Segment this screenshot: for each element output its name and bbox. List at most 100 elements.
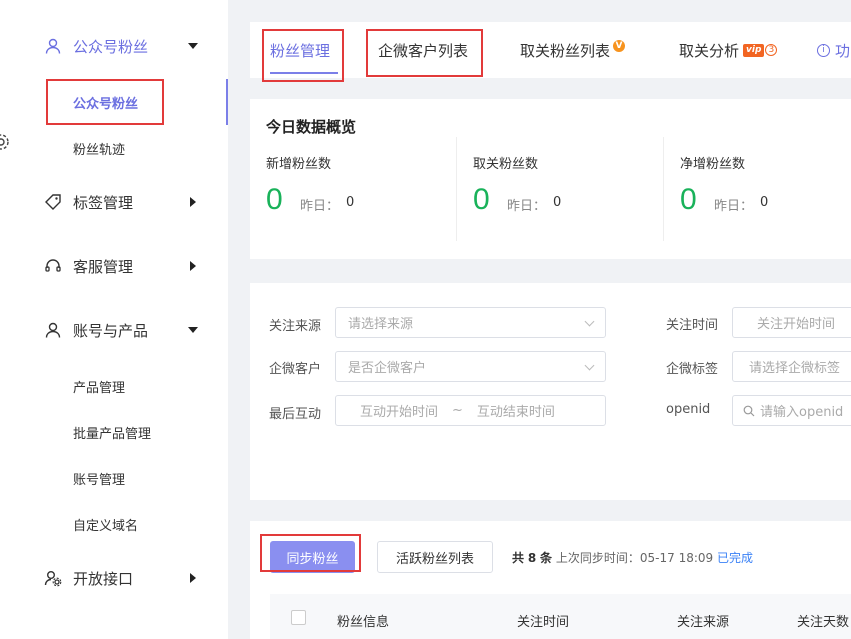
stat-net-fans: 净增粉丝数 0 昨日： 0 xyxy=(680,139,851,239)
stat-value: 0 xyxy=(473,183,490,216)
tab-wecom-customers[interactable]: 企微客户列表 xyxy=(378,22,468,78)
sync-info: 共 8 条 上次同步时间：05-17 18:09 已完成 xyxy=(512,549,753,566)
stat-new-fans: 新增粉丝数 0 昨日： 0 xyxy=(266,139,472,239)
range-separator: ~ xyxy=(452,403,463,418)
sidebar-item-account-management[interactable]: 账号管理 xyxy=(0,459,228,495)
sidebar-item-label: 产品管理 xyxy=(73,381,126,396)
tab-unfollowed-fans[interactable]: 取关粉丝列表 V xyxy=(520,22,626,78)
sidebar-group-label: 公众号粉丝 xyxy=(73,37,149,56)
active-fans-list-button[interactable]: 活跃粉丝列表 xyxy=(377,541,493,573)
stat-unfollowed-fans: 取关粉丝数 0 昨日： 0 xyxy=(473,139,679,239)
vip-badge: vip xyxy=(743,43,765,57)
tab-bar: 粉丝管理 企微客户列表 取关粉丝列表 V 取关分析 vip 3 i 功 xyxy=(250,22,851,78)
wecom-tag-select[interactable]: 请选择企微标签 xyxy=(732,351,851,382)
user-settings-icon xyxy=(44,571,62,587)
select-all-checkbox[interactable] xyxy=(291,610,306,625)
sync-fans-button[interactable]: 同步粉丝 xyxy=(270,541,355,573)
sidebar-item-label: 批量产品管理 xyxy=(73,427,152,442)
tab-label: 功 xyxy=(835,41,851,60)
overview-card: 今日数据概览 新增粉丝数 0 昨日： 0 取关粉丝数 0 昨日： 0 净增粉丝数… xyxy=(250,99,851,259)
stat-value: 0 xyxy=(680,183,697,216)
filter-panel: 关注来源 请选择来源 关注时间 关注开始时间 企微客户 是否企微客户 企微标签 … xyxy=(250,283,851,500)
sidebar-group-label: 账号与产品 xyxy=(73,321,149,340)
last-sync-time: 05-17 18:09 xyxy=(639,551,714,565)
stat-yesterday-value: 0 xyxy=(346,195,355,210)
stat-label: 净增粉丝数 xyxy=(680,157,746,172)
tab-label: 粉丝管理 xyxy=(270,41,331,60)
stat-label: 取关粉丝数 xyxy=(473,157,539,172)
filter-label-wecom-tag: 企微标签 xyxy=(666,362,719,377)
stat-yesterday-value: 0 xyxy=(553,195,562,210)
sidebar-item-label: 账号管理 xyxy=(73,473,126,488)
tag-icon xyxy=(45,194,61,210)
select-placeholder: 请选择来源 xyxy=(348,317,414,332)
tab-label: 取关粉丝列表 xyxy=(520,41,611,60)
caret-right-icon xyxy=(190,197,196,207)
sidebar-item-custom-domain[interactable]: 自定义域名 xyxy=(0,505,228,541)
sidebar-item-batch-products[interactable]: 批量产品管理 xyxy=(0,413,228,449)
stat-yesterday-label: 昨日： xyxy=(714,199,754,214)
tab-active-underline xyxy=(270,72,338,74)
caret-right-icon xyxy=(190,261,196,271)
stat-yesterday-value: 0 xyxy=(760,195,769,210)
follow-time-start-input[interactable]: 关注开始时间 xyxy=(732,307,851,338)
vip-level-badge: 3 xyxy=(765,44,778,56)
input-placeholder: 关注开始时间 xyxy=(757,317,836,332)
search-icon xyxy=(743,405,755,416)
column-header-follow-source: 关注来源 xyxy=(677,615,730,630)
openid-search-input[interactable]: 请输入openid xyxy=(732,395,851,426)
column-header-follow-days: 关注天数 xyxy=(797,615,850,630)
chevron-down-icon xyxy=(584,360,595,371)
info-icon: i xyxy=(817,43,830,57)
tab-fan-management[interactable]: 粉丝管理 xyxy=(270,22,330,78)
total-prefix: 共 xyxy=(512,551,525,565)
tab-features[interactable]: i 功 xyxy=(817,22,850,78)
stat-yesterday-label: 昨日： xyxy=(300,199,340,214)
caret-down-icon xyxy=(188,327,198,333)
sidebar-group-label: 标签管理 xyxy=(73,193,134,212)
table-header: 粉丝信息 关注时间 关注来源 关注天数 xyxy=(270,594,851,639)
filter-label-wecom: 企微客户 xyxy=(269,362,322,377)
input-placeholder: 请输入openid xyxy=(760,405,844,420)
tab-label: 取关分析 xyxy=(679,41,740,60)
tab-unfollow-analysis[interactable]: 取关分析 vip 3 xyxy=(679,22,778,78)
select-placeholder: 请选择企微标签 xyxy=(749,361,841,376)
sidebar: 公众号粉丝 公众号粉丝 粉丝轨迹 标签管理 客服管理 账号与产品 产品管理 批量… xyxy=(0,0,228,639)
sidebar-group-open-api[interactable]: 开放接口 xyxy=(0,558,228,598)
column-header-fan-info: 粉丝信息 xyxy=(337,615,390,630)
tab-label: 企微客户列表 xyxy=(378,41,469,60)
filter-label-last-interact: 最后互动 xyxy=(269,407,322,422)
headset-icon xyxy=(45,259,61,272)
sidebar-group-customer-service[interactable]: 客服管理 xyxy=(0,246,228,286)
sidebar-item-label: 公众号粉丝 xyxy=(73,97,139,112)
sidebar-item-wechat-fans[interactable]: 公众号粉丝 xyxy=(0,83,228,119)
fan-list-card: 同步粉丝 活跃粉丝列表 共 8 条 上次同步时间：05-17 18:09 已完成… xyxy=(250,521,851,639)
sidebar-group-tags[interactable]: 标签管理 xyxy=(0,182,228,222)
sidebar-item-fan-track[interactable]: 粉丝轨迹 xyxy=(0,129,228,165)
sidebar-group-wechat-fans[interactable]: 公众号粉丝 xyxy=(0,26,228,66)
column-header-follow-time: 关注时间 xyxy=(517,615,570,630)
stat-yesterday-label: 昨日： xyxy=(507,199,547,214)
sidebar-item-product-management[interactable]: 产品管理 xyxy=(0,367,228,403)
interact-date-range[interactable]: 互动开始时间 ~ 互动结束时间 xyxy=(335,395,606,426)
stat-value: 0 xyxy=(266,183,283,216)
wecom-customer-select[interactable]: 是否企微客户 xyxy=(335,351,606,382)
overview-title: 今日数据概览 xyxy=(266,118,357,136)
filter-label-openid: openid xyxy=(666,402,711,417)
range-start: 互动开始时间 xyxy=(360,405,439,420)
v-badge-icon: V xyxy=(613,40,626,52)
filter-label-follow-time: 关注时间 xyxy=(666,318,719,333)
source-select[interactable]: 请选择来源 xyxy=(335,307,606,338)
divider xyxy=(663,137,664,241)
stat-label: 新增粉丝数 xyxy=(266,157,332,172)
user-icon xyxy=(45,38,61,54)
divider xyxy=(456,137,457,241)
sidebar-group-account-products[interactable]: 账号与产品 xyxy=(0,310,228,350)
chevron-down-icon xyxy=(584,316,595,327)
sidebar-item-label: 自定义域名 xyxy=(73,519,139,534)
filter-label-source: 关注来源 xyxy=(269,319,322,334)
sidebar-group-label: 客服管理 xyxy=(73,257,134,276)
sync-status: 已完成 xyxy=(716,551,753,565)
last-sync-label: 上次同步时间： xyxy=(555,551,640,565)
user-icon xyxy=(45,322,61,338)
